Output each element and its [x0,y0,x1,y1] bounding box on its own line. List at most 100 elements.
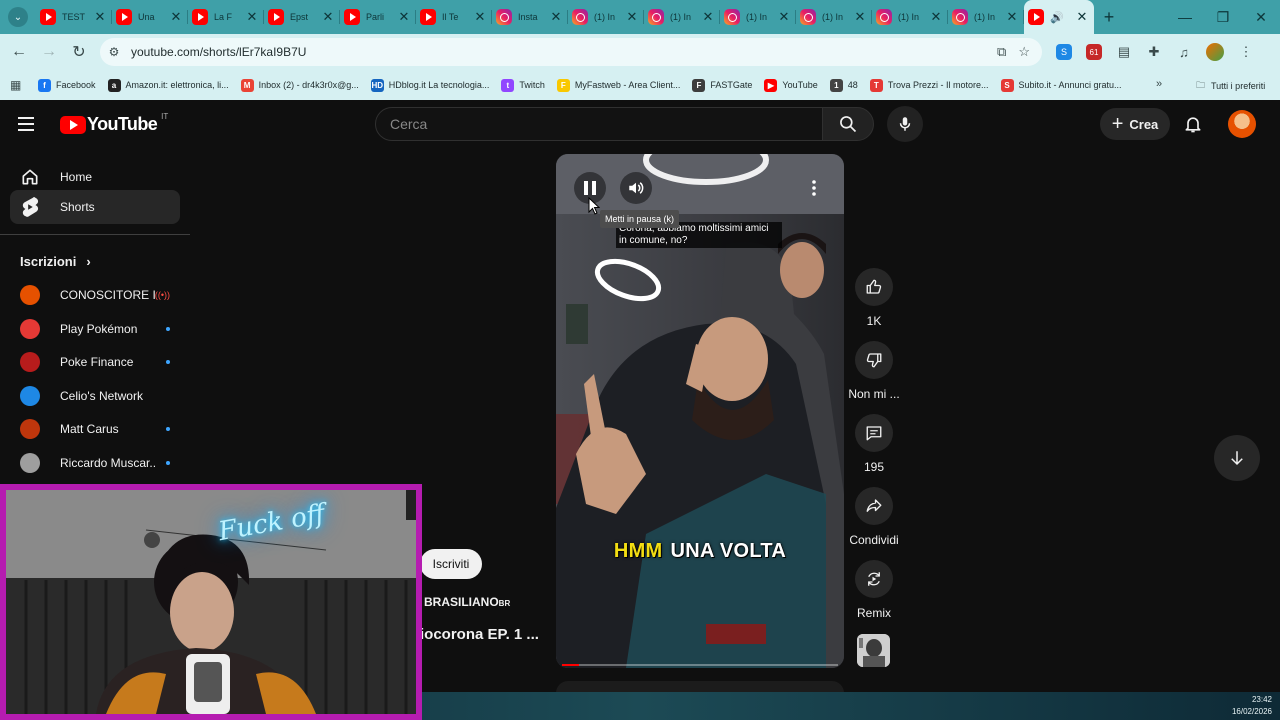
close-tab-icon[interactable]: ✕ [930,9,942,25]
youtube-logo[interactable]: YouTube IT [60,112,168,135]
sound-thumbnail[interactable] [857,634,890,667]
address-bar[interactable]: ⚙ youtube.com/shorts/lEr7kaI9B7U ⧉ ☆ [100,38,1042,66]
subscription-item[interactable]: Celio's Network [20,385,170,407]
browser-tab[interactable]: Insta ✕ [492,0,568,34]
subscription-item[interactable]: CONOSCITORE I...((•)) [20,284,170,306]
subscribe-button[interactable]: Iscriviti [420,549,482,579]
voice-search-button[interactable] [887,106,923,142]
create-button[interactable]: + Crea [1100,108,1170,140]
browser-tab[interactable]: Una ✕ [112,0,188,34]
screen: ⌄ TEST ✕ Una ✕ La F ✕ Epst ✕ Parli ✕ Il Te ✕ Insta ✕ (… [0,0,1280,720]
close-window-icon[interactable]: ✕ [1242,0,1280,34]
bookmark-item[interactable]: ▶ YouTube [764,78,818,92]
close-tab-icon[interactable]: ✕ [170,9,182,25]
back-button[interactable]: ← [4,37,34,67]
sidebar-item-shorts[interactable]: Shorts [10,190,180,224]
apps-grid-icon[interactable]: ▦ [10,78,26,92]
bookmark-item[interactable]: S Subito.it - Annunci gratu... [1000,78,1122,92]
browser-tab[interactable]: (1) In ✕ [796,0,872,34]
remix-button[interactable]: Remix [846,560,902,620]
extension-blue-icon[interactable]: S [1056,44,1072,60]
browser-tab[interactable]: Parli ✕ [340,0,416,34]
reload-button[interactable]: ↻ [64,37,94,67]
browser-tab[interactable]: (1) In ✕ [948,0,1024,34]
next-short-button[interactable] [1214,435,1260,481]
close-tab-icon[interactable]: ✕ [702,9,714,25]
sidebar-item-home[interactable]: Home [10,160,180,194]
bookmark-item[interactable]: T Trova Prezzi - Il motore... [869,78,989,92]
close-tab-icon[interactable]: ✕ [778,9,790,25]
bookmark-item[interactable]: f Facebook [38,78,96,92]
minimize-icon[interactable]: — [1166,0,1204,34]
new-content-dot [166,460,170,465]
forward-button[interactable]: → [34,37,64,67]
short-title[interactable]: iocorona EP. 1 ... [420,626,539,643]
dislike-button[interactable]: Non mi ... [846,341,902,401]
menu-kebab-icon[interactable]: ⋮ [1238,44,1254,60]
bookmarks-overflow-icon[interactable]: » [1156,78,1162,90]
bookmark-item[interactable]: a Amazon.it: elettronica, li... [107,78,229,92]
tab-title: (1) In [822,12,844,22]
install-app-icon[interactable]: ⧉ [997,44,1006,60]
close-tab-icon[interactable]: ✕ [854,9,866,25]
close-tab-icon[interactable]: ✕ [94,9,106,25]
notifications-button[interactable] [1180,112,1206,136]
close-tab-icon[interactable]: ✕ [474,9,486,25]
restore-icon[interactable]: ❐ [1204,0,1242,34]
video-progress-bar[interactable] [562,664,838,666]
close-tab-icon[interactable]: ✕ [550,9,562,25]
subscription-item[interactable]: Play Pokémon [20,318,170,340]
channel-name[interactable]: BRASILIANOBR [424,595,510,609]
site-info-icon[interactable]: ⚙ [100,45,128,59]
new-tab-button[interactable]: + [1094,0,1124,34]
extension-red-icon[interactable]: 61 [1086,44,1102,60]
close-tab-icon[interactable]: ✕ [322,9,334,25]
extensions-puzzle-icon[interactable]: ✚ [1146,44,1162,60]
subscription-item[interactable]: Matt Carus [20,418,170,440]
share-button[interactable]: Condividi [846,487,902,547]
profile-avatar-icon[interactable] [1206,43,1224,61]
search-input[interactable] [390,116,822,132]
tab-search-button[interactable]: ⌄ [0,0,36,34]
browser-tab[interactable]: Epst ✕ [264,0,340,34]
browser-tab[interactable]: (1) In ✕ [720,0,796,34]
media-control-icon[interactable]: ♫ [1176,44,1192,60]
bookmark-star-icon[interactable]: ☆ [1018,44,1030,60]
browser-tab[interactable]: Il Te ✕ [416,0,492,34]
browser-tab[interactable]: (1) In ✕ [872,0,948,34]
mute-button[interactable] [620,172,652,204]
system-clock[interactable]: 23:42 16/02/2026 [1232,694,1272,718]
player-menu-icon[interactable] [798,172,830,204]
browser-tab[interactable]: TEST ✕ [36,0,112,34]
speaker-icon[interactable]: 🔊 [1050,11,1064,24]
tab-active[interactable]: 🔊 ✕ [1024,0,1094,34]
close-tab-icon[interactable]: ✕ [398,9,410,25]
bookmark-item[interactable]: M Inbox (2) - dr4k3r0x@g... [240,78,359,92]
browser-tab[interactable]: (1) In ✕ [568,0,644,34]
search-box[interactable] [375,107,823,141]
guide-menu-icon[interactable] [18,112,42,136]
bookmark-item[interactable]: HD HDblog.it La tecnologia... [370,78,489,92]
comments-button[interactable]: 195 [846,414,902,474]
search-button[interactable] [822,107,874,141]
browser-tab[interactable]: La F ✕ [188,0,264,34]
close-tab-icon[interactable]: ✕ [626,9,638,25]
like-button[interactable]: 1K [846,268,902,328]
instagram-favicon-icon [800,9,816,25]
extension-clip-icon[interactable]: ▤ [1116,44,1132,60]
subscription-item[interactable]: Riccardo Muscar... [20,452,170,474]
bookmark-item[interactable]: 1 48 [829,78,858,92]
subscriptions-heading[interactable]: Iscrizioni › [20,254,91,269]
close-tab-icon[interactable]: ✕ [246,9,258,25]
subscription-item[interactable]: Poke Finance [20,351,170,373]
bookmark-item[interactable]: F FASTGate [692,78,752,92]
bookmark-item[interactable]: t Twitch [501,78,545,92]
shorts-video-player[interactable]: Metti in pausa (k) Corona, abbiamo molti… [556,154,844,668]
bookmark-favicon-icon: a [107,78,121,92]
all-bookmarks-button[interactable]: 🗀 Tutti i preferiti [1196,78,1265,94]
close-tab-icon[interactable]: ✕ [1006,9,1018,25]
account-avatar[interactable] [1228,110,1256,138]
browser-tab[interactable]: (1) In ✕ [644,0,720,34]
bookmark-item[interactable]: F MyFastweb - Area Client... [556,78,680,92]
close-tab-icon[interactable]: ✕ [1076,9,1088,25]
